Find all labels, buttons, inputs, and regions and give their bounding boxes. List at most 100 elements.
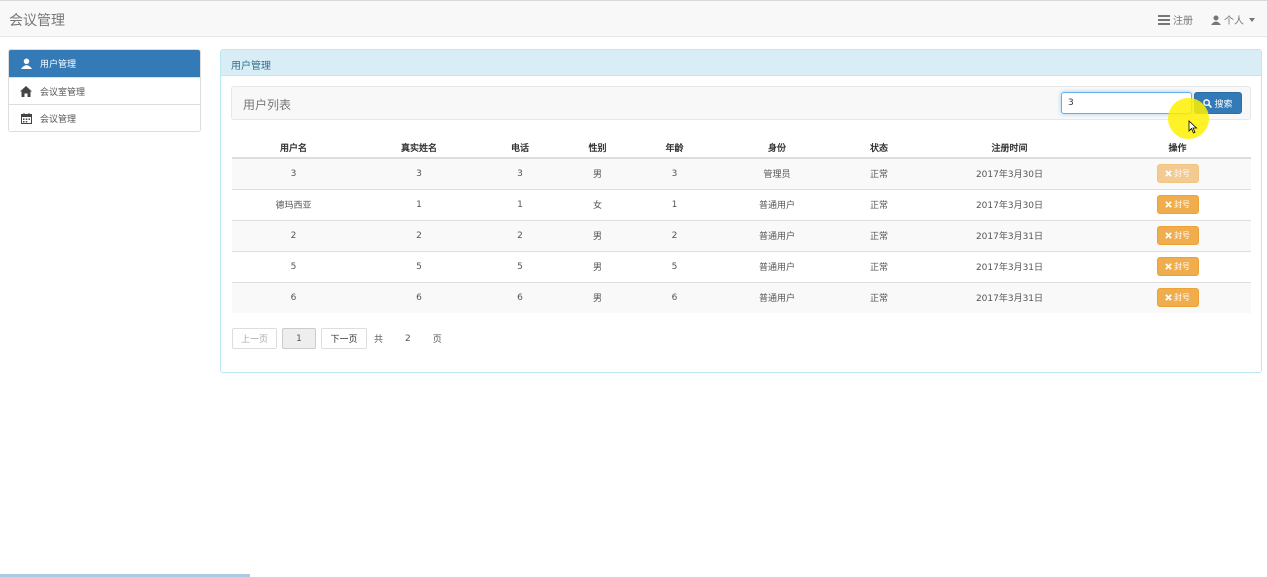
column-header-username: 用户名	[232, 138, 355, 159]
cell-status: 正常	[843, 157, 915, 189]
cell-role: 普通用户	[711, 219, 843, 251]
sidebar-item-users[interactable]: 用户管理	[9, 50, 200, 77]
cell-username: 德玛西亚	[232, 188, 355, 220]
register-label: 注册	[1173, 16, 1193, 27]
sidebar-item-label: 会议室管理	[40, 87, 86, 98]
chevron-down-icon	[1249, 17, 1255, 22]
cell-status: 正常	[843, 188, 915, 220]
ban-button-label: 封号	[1174, 293, 1190, 303]
cell-username: 3	[232, 157, 355, 189]
cell-role: 普通用户	[711, 250, 843, 282]
close-icon	[1165, 201, 1172, 208]
column-header-phone: 电话	[483, 138, 557, 159]
cell-phone: 6	[483, 281, 557, 313]
personal-label: 个人	[1224, 16, 1244, 27]
table-row: 5 5 5 男 5 普通用户 正常 2017年3月31日 封号	[232, 250, 1251, 282]
close-icon	[1165, 263, 1172, 270]
close-icon	[1165, 232, 1172, 239]
cell-realname: 6	[355, 281, 483, 313]
cell-registered: 2017年3月30日	[915, 157, 1104, 189]
cell-gender: 女	[557, 188, 638, 220]
cell-registered: 2017年3月30日	[915, 188, 1104, 220]
cell-action: 封号	[1104, 219, 1251, 251]
prev-page-button[interactable]: 上一页	[232, 328, 277, 349]
cell-gender: 男	[557, 157, 638, 189]
table-row: 6 6 6 男 6 普通用户 正常 2017年3月31日 封号	[232, 281, 1251, 313]
cell-phone: 1	[483, 188, 557, 220]
ban-button[interactable]: 封号	[1156, 164, 1199, 184]
ban-button-label: 封号	[1174, 231, 1190, 240]
personal-menu[interactable]: 个人	[1211, 12, 1255, 27]
column-header-status: 状态	[843, 138, 915, 159]
column-header-registered: 注册时间	[915, 138, 1104, 159]
user-icon	[20, 58, 32, 70]
sidebar-item-label: 用户管理	[40, 60, 77, 70]
cell-age: 3	[638, 157, 711, 189]
register-link[interactable]: 注册	[1158, 12, 1193, 27]
cell-status: 正常	[843, 281, 915, 313]
sidebar-item-rooms[interactable]: 会议室管理	[9, 77, 200, 104]
list-title: 用户列表	[243, 98, 292, 112]
table-header-row: 用户名 真实姓名 电话 性别 年龄 身份 状态 注册时间 操作	[232, 138, 1251, 159]
cell-age: 6	[638, 281, 711, 313]
cell-action: 封号	[1104, 188, 1251, 220]
next-page-button[interactable]: 下一页	[321, 328, 367, 349]
cell-age: 1	[638, 188, 711, 220]
cell-registered: 2017年3月31日	[915, 281, 1104, 313]
ban-button[interactable]: 封号	[1156, 226, 1199, 245]
ban-button-label: 封号	[1174, 200, 1190, 209]
pagination: 上一页 1 下一页 共 2 页	[232, 328, 452, 349]
cell-role: 普通用户	[711, 281, 843, 313]
table-row: 2 2 2 男 2 普通用户 正常 2017年3月31日 封号	[232, 219, 1251, 251]
cell-registered: 2017年3月31日	[915, 250, 1104, 282]
table-row: 3 3 3 男 3 管理员 正常 2017年3月30日 封号	[232, 157, 1251, 189]
total-pages: 2	[405, 333, 411, 344]
user-management-panel: 用户管理 用户列表 搜索 用户名 真实姓名 电话 性别 年龄 身份 状态 注册时…	[220, 49, 1262, 373]
current-page[interactable]: 1	[282, 328, 316, 349]
brand-title[interactable]: 会议管理	[9, 10, 65, 30]
user-icon	[1211, 15, 1221, 25]
cell-status: 正常	[843, 219, 915, 251]
cell-action: 封号	[1104, 281, 1251, 313]
list-header: 用户列表 搜索	[231, 86, 1251, 120]
sidebar-item-label: 会议管理	[40, 114, 77, 125]
cell-realname: 2	[355, 219, 483, 251]
cell-realname: 5	[355, 250, 483, 282]
cell-action: 封号	[1104, 250, 1251, 282]
cell-realname: 1	[355, 188, 483, 220]
cell-gender: 男	[557, 219, 638, 251]
ban-button-label: 封号	[1174, 169, 1190, 179]
ban-button[interactable]: 封号	[1156, 195, 1199, 214]
total-suffix: 页	[432, 335, 442, 345]
column-header-gender: 性别	[557, 138, 638, 159]
cell-registered: 2017年3月31日	[915, 219, 1104, 251]
list-icon	[1158, 14, 1170, 25]
cell-role: 管理员	[711, 157, 843, 189]
sidebar: 用户管理 会议室管理 会议管理	[8, 49, 201, 132]
column-header-role: 身份	[711, 138, 843, 159]
cell-username: 6	[232, 281, 355, 313]
ban-button-label: 封号	[1174, 262, 1190, 271]
column-header-realname: 真实姓名	[355, 138, 483, 159]
cell-action: 封号	[1104, 157, 1251, 189]
cell-status: 正常	[843, 250, 915, 282]
cell-username: 5	[232, 250, 355, 282]
search-button-label: 搜索	[1214, 99, 1233, 110]
cell-gender: 男	[557, 250, 638, 282]
close-icon	[1165, 170, 1172, 177]
panel-heading: 用户管理	[221, 50, 1261, 76]
close-icon	[1165, 294, 1172, 301]
cell-username: 2	[232, 219, 355, 251]
cell-phone: 2	[483, 219, 557, 251]
cell-gender: 男	[557, 281, 638, 313]
cell-phone: 5	[483, 250, 557, 282]
calendar-icon	[20, 112, 32, 124]
ban-button[interactable]: 封号	[1156, 257, 1199, 276]
top-navbar: 会议管理 注册 个人	[0, 0, 1267, 37]
cell-phone: 3	[483, 157, 557, 189]
user-table: 用户名 真实姓名 电话 性别 年龄 身份 状态 注册时间 操作 3 3 3 男 …	[232, 138, 1251, 313]
pointer-cursor-icon	[1188, 120, 1198, 134]
sidebar-item-meetings[interactable]: 会议管理	[9, 104, 200, 131]
cell-age: 2	[638, 219, 711, 251]
ban-button[interactable]: 封号	[1156, 288, 1199, 308]
